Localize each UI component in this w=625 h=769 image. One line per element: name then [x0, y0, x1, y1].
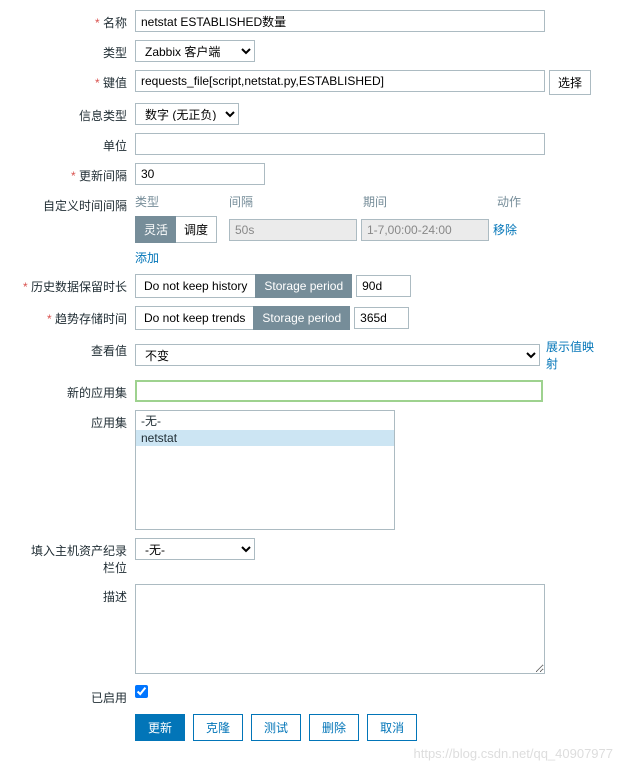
description-textarea[interactable]	[135, 584, 545, 674]
scheduling-button[interactable]: 调度	[176, 216, 217, 243]
apps-listbox[interactable]: -无- netstat	[135, 410, 395, 530]
enabled-checkbox[interactable]	[135, 685, 148, 698]
list-item[interactable]: -无-	[136, 411, 394, 430]
new-app-label: 新的应用集	[20, 380, 135, 401]
history-period-input[interactable]	[356, 275, 411, 297]
update-interval-label: 更新间隔	[20, 163, 135, 184]
new-app-input[interactable]	[135, 380, 543, 402]
interval-value-input[interactable]	[229, 219, 357, 241]
cancel-button[interactable]: 取消	[367, 714, 417, 741]
delete-button[interactable]: 删除	[309, 714, 359, 741]
view-value-select[interactable]: 不变	[135, 344, 540, 366]
select-button[interactable]: 选择	[549, 70, 591, 95]
custom-intervals-label: 自定义时间间隔	[20, 193, 135, 214]
units-input[interactable]	[135, 133, 545, 155]
info-type-select[interactable]: 数字 (无正负)	[135, 103, 239, 125]
watermark: https://blog.csdn.net/qq_40907977	[414, 746, 614, 761]
interval-header: 类型 间隔 期间 动作	[135, 193, 605, 210]
add-interval-link[interactable]: 添加	[135, 251, 159, 265]
history-period-button[interactable]: Storage period	[255, 274, 352, 298]
populate-host-select[interactable]: -无-	[135, 538, 255, 560]
info-type-label: 信息类型	[20, 103, 135, 124]
name-label: 名称	[20, 10, 135, 31]
enabled-label: 已启用	[20, 685, 135, 706]
trend-storage-label: 趋势存储时间	[20, 306, 135, 327]
interval-row: 灵活 调度 移除	[135, 216, 605, 243]
no-history-button[interactable]: Do not keep history	[135, 274, 255, 298]
units-label: 单位	[20, 133, 135, 154]
no-trends-button[interactable]: Do not keep trends	[135, 306, 253, 330]
type-label: 类型	[20, 40, 135, 61]
remove-interval-link[interactable]: 移除	[493, 221, 517, 238]
description-label: 描述	[20, 584, 135, 605]
clone-button[interactable]: 克隆	[193, 714, 243, 741]
trend-period-input[interactable]	[354, 307, 409, 329]
key-input[interactable]	[135, 70, 545, 92]
update-button[interactable]: 更新	[135, 714, 185, 741]
history-storage-label: 历史数据保留时长	[20, 274, 135, 295]
flexible-button[interactable]: 灵活	[135, 216, 176, 243]
interval-period-input[interactable]	[361, 219, 489, 241]
type-select[interactable]: Zabbix 客户端	[135, 40, 255, 62]
apps-label: 应用集	[20, 410, 135, 431]
key-label: 键值	[20, 70, 135, 91]
name-input[interactable]	[135, 10, 545, 32]
populate-host-label: 填入主机资产纪录栏位	[20, 538, 135, 576]
test-button[interactable]: 测试	[251, 714, 301, 741]
list-item[interactable]: netstat	[136, 430, 394, 446]
show-value-map-link[interactable]: 展示值映射	[546, 338, 605, 372]
trend-period-button[interactable]: Storage period	[253, 306, 350, 330]
update-interval-input[interactable]	[135, 163, 265, 185]
view-value-label: 查看值	[20, 338, 135, 359]
